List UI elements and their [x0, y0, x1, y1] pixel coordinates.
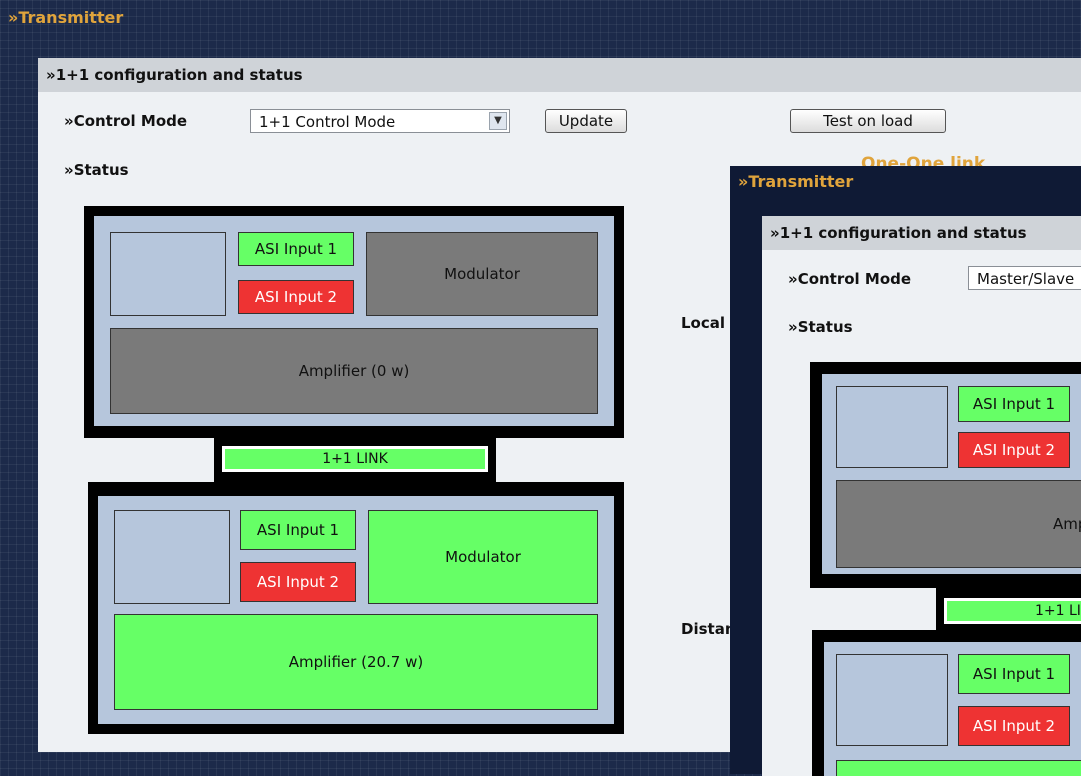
- chevron-down-icon[interactable]: ▼: [489, 112, 507, 130]
- distant-asi-input-1: ASI Input 1: [958, 654, 1070, 694]
- link-box: 1+1 LINK: [220, 444, 490, 474]
- transmitter-window-front: »Transmitter »1+1 configuration and stat…: [730, 166, 1081, 776]
- distant-unit-body: ASI Input 1 ASI Input 2 Modulator Amplif…: [98, 496, 614, 724]
- window-title: »Transmitter: [738, 172, 854, 191]
- local-label: Local: [681, 314, 726, 332]
- control-mode-select[interactable]: Master/Slave: [968, 266, 1081, 290]
- panel-header: »1+1 configuration and status: [38, 58, 1081, 92]
- distant-unit-frame: ASI Input 1 ASI Input 2 Modulator Amplif…: [88, 482, 624, 734]
- control-mode-select[interactable]: 1+1 Control Mode ▼: [250, 109, 510, 133]
- link-frame: 1+1 LINK: [214, 436, 496, 482]
- control-mode-label: »Control Mode: [788, 270, 912, 288]
- local-unit-frame: ASI Input 1 ASI Input 2 Amplifier: [810, 362, 1081, 588]
- test-on-load-button[interactable]: Test on load: [790, 109, 946, 133]
- distant-unit-body: ASI Input 1 ASI Input 2: [824, 642, 1081, 776]
- status-label: »Status: [64, 161, 129, 179]
- distant-status-box: [114, 510, 230, 604]
- local-asi-input-2: ASI Input 2: [958, 432, 1070, 468]
- link-status-label: 1+1 LI: [1035, 603, 1081, 619]
- control-mode-value: 1+1 Control Mode: [259, 113, 396, 131]
- local-status-box: [836, 386, 948, 468]
- control-mode-label: »Control Mode: [64, 112, 188, 130]
- link-status-bar: 1+1 LI: [947, 601, 1081, 621]
- local-status-box: [110, 232, 226, 316]
- local-unit-body: ASI Input 1 ASI Input 2 Amplifier: [822, 374, 1081, 574]
- window-title: »Transmitter: [8, 8, 124, 27]
- local-unit-body: ASI Input 1 ASI Input 2 Modulator Amplif…: [94, 216, 614, 426]
- local-modulator: Modulator: [366, 232, 598, 316]
- distant-asi-input-2: ASI Input 2: [958, 706, 1070, 746]
- distant-amplifier: Amplifier (20.7 w): [114, 614, 598, 710]
- distant-unit-frame: ASI Input 1 ASI Input 2: [812, 630, 1081, 776]
- local-asi-input-1: ASI Input 1: [958, 386, 1070, 422]
- link-box: 1+1 LI: [942, 596, 1081, 626]
- local-amplifier-label: Amplifier: [1053, 515, 1081, 533]
- update-button[interactable]: Update: [545, 109, 627, 133]
- config-status-panel: »1+1 configuration and status »Control M…: [762, 216, 1081, 776]
- link-status-bar: 1+1 LINK: [225, 449, 485, 469]
- distant-asi-input-1: ASI Input 1: [240, 510, 356, 550]
- local-amplifier: Amplifier (0 w): [110, 328, 598, 414]
- local-amplifier: Amplifier: [836, 480, 1081, 568]
- local-asi-input-2: ASI Input 2: [238, 280, 354, 314]
- status-label: »Status: [788, 318, 853, 336]
- distant-status-box: [836, 654, 948, 746]
- distant-modulator: Modulator: [368, 510, 598, 604]
- link-frame: 1+1 LI: [936, 586, 1081, 634]
- panel-header: »1+1 configuration and status: [762, 216, 1081, 250]
- local-asi-input-1: ASI Input 1: [238, 232, 354, 266]
- local-unit-frame: ASI Input 1 ASI Input 2 Modulator Amplif…: [84, 206, 624, 438]
- control-mode-value: Master/Slave: [977, 270, 1075, 288]
- distant-asi-input-2: ASI Input 2: [240, 562, 356, 602]
